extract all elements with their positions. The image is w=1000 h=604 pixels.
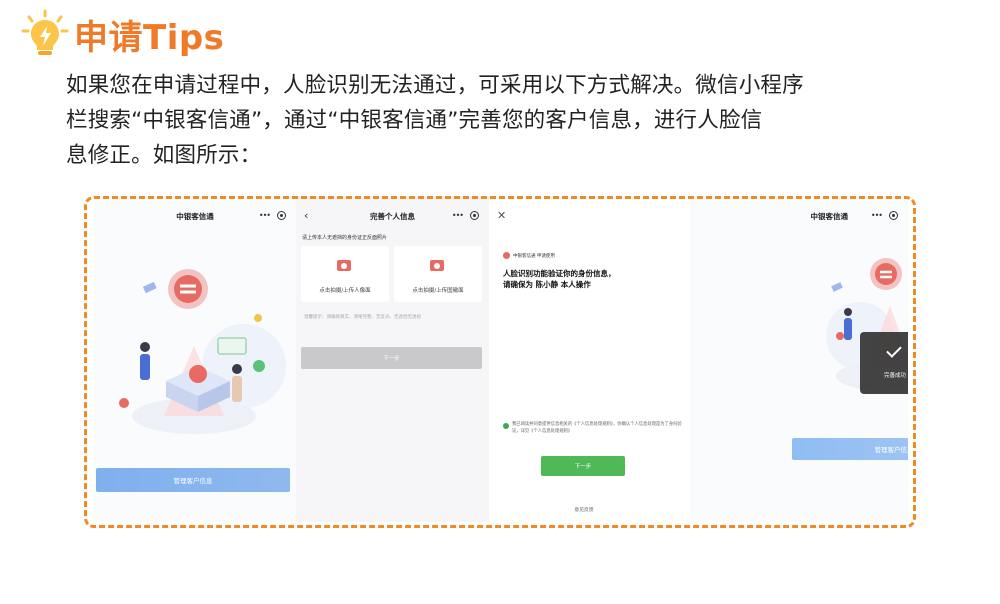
- description-line: 栏搜索“中银客信通”，通过“中银客信通”完善您的客户信息，进行人脸信: [66, 108, 763, 133]
- tips-header: 申请Tips: [20, 6, 224, 62]
- lightbulb-icon: [20, 9, 70, 59]
- description-line: 息修正。如图所示：: [66, 143, 262, 168]
- page-title: 申请Tips: [74, 17, 225, 58]
- screenshot-frame: [84, 196, 916, 528]
- description: 如果您在申请过程中，人脸识别无法通过，可采用以下方式解决。微信小程序 栏搜索“中…: [66, 68, 946, 173]
- description-line: 如果您在申请过程中，人脸识别无法通过，可采用以下方式解决。微信小程序: [66, 73, 804, 98]
